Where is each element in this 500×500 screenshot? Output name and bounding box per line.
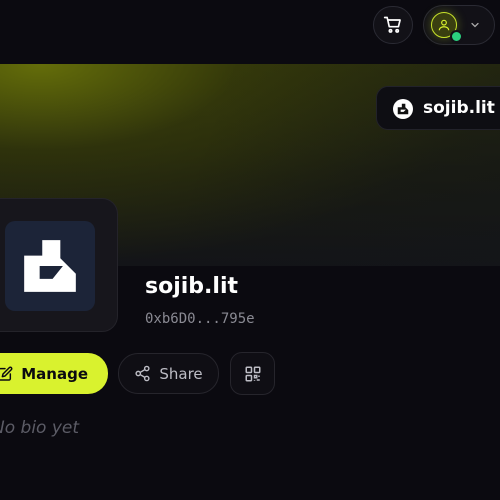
wallet-address[interactable]: 0xb6D0...795e xyxy=(145,311,255,327)
account-menu-button[interactable] xyxy=(423,5,495,45)
logo-icon xyxy=(24,240,76,292)
online-status-dot xyxy=(450,30,463,43)
share-icon xyxy=(135,365,150,382)
qr-code-button[interactable] xyxy=(230,352,275,395)
profile-bio: No bio yet xyxy=(0,418,80,438)
profile-name: sojib.lit xyxy=(145,274,238,299)
logo-icon xyxy=(393,99,413,119)
share-label: Share xyxy=(159,364,203,383)
edit-icon xyxy=(0,366,13,381)
chevron-down-icon xyxy=(471,22,479,28)
name-chip[interactable]: sojib.lit xyxy=(376,86,500,130)
share-button[interactable]: Share xyxy=(118,353,219,394)
user-icon xyxy=(438,19,450,31)
cart-button[interactable] xyxy=(373,6,413,44)
top-bar xyxy=(0,0,500,64)
name-chip-label: sojib.lit xyxy=(423,98,495,118)
manage-button[interactable]: Manage xyxy=(0,353,108,394)
profile-avatar-card xyxy=(0,198,118,332)
manage-label: Manage xyxy=(21,364,88,383)
cart-icon xyxy=(383,16,401,33)
profile-logo xyxy=(5,221,95,311)
qr-code-icon xyxy=(245,366,260,381)
